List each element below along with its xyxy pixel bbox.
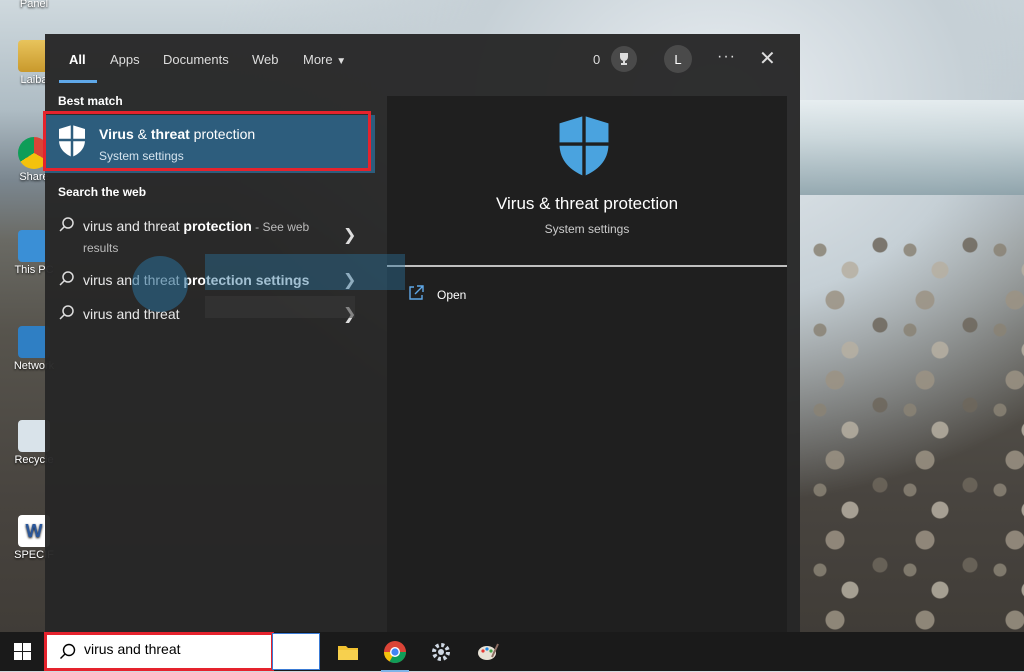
windows-start-icon[interactable]	[14, 643, 31, 660]
taskbar	[0, 632, 1024, 672]
active-tab-indicator	[59, 80, 97, 83]
highlight-box	[44, 632, 274, 671]
tab-more[interactable]: More ▼	[303, 52, 346, 67]
preview-divider	[387, 265, 787, 267]
trophy-icon[interactable]	[611, 46, 637, 72]
desktop-wallpaper-pebbles	[800, 230, 1024, 630]
close-icon[interactable]: ✕	[759, 46, 776, 71]
search-highlights-area[interactable]	[272, 633, 320, 670]
settings-icon[interactable]	[424, 637, 458, 667]
preview-title: Virus & threat protection	[495, 194, 679, 213]
tab-web[interactable]: Web	[252, 52, 279, 67]
rewards-points: 0	[593, 52, 601, 67]
tab-documents[interactable]: Documents	[163, 52, 229, 67]
chevron-down-icon: ▼	[336, 56, 347, 67]
best-match-heading: Best match	[58, 94, 123, 108]
windows-security-shield-icon	[59, 125, 85, 157]
search-filter-tabs: All Apps Documents Web More ▼ 0 L ··· ✕	[45, 34, 800, 84]
desktop-icon-label: Control Panel	[19, 0, 49, 10]
search-icon	[59, 271, 74, 286]
paint-icon[interactable]	[471, 637, 505, 667]
more-options-icon[interactable]: ···	[717, 48, 736, 66]
search-web-heading: Search the web	[58, 185, 147, 199]
preview-subtitle: System settings	[544, 222, 630, 236]
search-results-list: Best match Virus & threat protection Sys…	[43, 84, 375, 632]
search-icon	[59, 305, 74, 320]
desktop-wallpaper-waves	[800, 100, 1024, 195]
open-label: Open	[437, 288, 467, 302]
best-match-title: Virus & threat protection	[99, 126, 256, 142]
chrome-icon[interactable]	[378, 637, 412, 672]
avatar[interactable]: L	[664, 45, 692, 73]
desktop-icon-control-panel[interactable]: Control Panel	[6, 0, 62, 10]
best-match-subtitle: System settings	[99, 149, 184, 163]
tab-apps[interactable]: Apps	[110, 52, 140, 67]
tab-more-label: More	[303, 52, 333, 67]
watermark-logo	[132, 254, 405, 318]
search-icon	[59, 217, 74, 232]
best-match-result[interactable]: Virus & threat protection System setting…	[43, 111, 375, 173]
windows-security-shield-icon	[559, 115, 609, 177]
search-panel: All Apps Documents Web More ▼ 0 L ··· ✕ …	[43, 34, 800, 632]
file-explorer-icon[interactable]	[331, 637, 365, 667]
tab-all[interactable]: All	[69, 52, 86, 67]
desktop-icon-label: Laiba	[20, 74, 48, 86]
result-preview-pane: Virus & threat protection System setting…	[387, 96, 787, 632]
